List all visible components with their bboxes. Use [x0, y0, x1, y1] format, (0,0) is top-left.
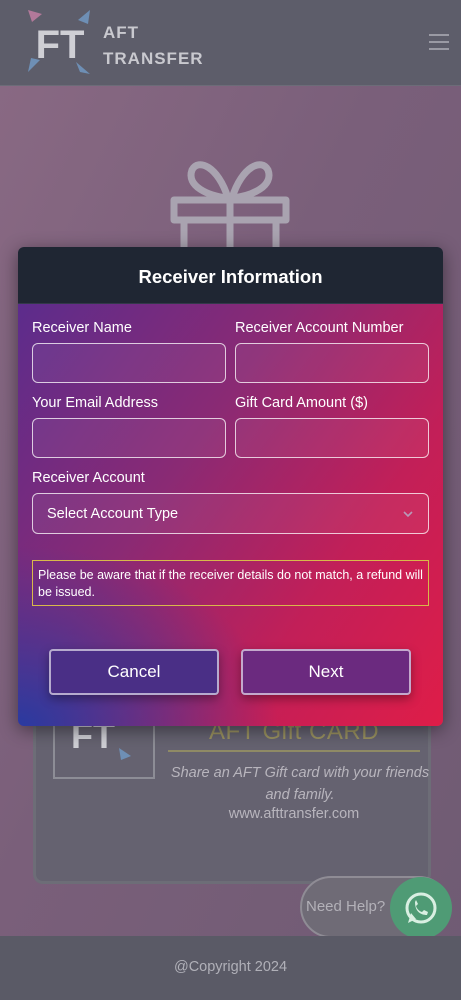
logo-initials: FT	[36, 23, 85, 67]
next-button[interactable]: Next	[241, 649, 411, 695]
logo-text: AFT TRANSFER	[103, 20, 204, 72]
chevron-down-icon	[403, 511, 413, 518]
gift-box-icon	[170, 161, 290, 252]
account-type-select-value: Select Account Type	[47, 506, 179, 522]
site-header: FT AFT TRANSFER	[0, 0, 461, 86]
logo-icon[interactable]: FT	[28, 10, 92, 74]
account-type-select[interactable]: Select Account Type	[32, 493, 429, 534]
whatsapp-icon[interactable]	[390, 877, 452, 939]
need-help-label[interactable]: Need Help?	[306, 898, 385, 915]
email-input[interactable]	[32, 418, 226, 458]
logo-text-line1: AFT	[103, 23, 140, 42]
gift-card-divider	[168, 750, 420, 752]
refund-notice: Please be aware that if the receiver det…	[32, 560, 429, 606]
modal-title: Receiver Information	[138, 266, 323, 287]
email-label: Your Email Address	[32, 395, 159, 411]
receiver-name-input[interactable]	[32, 343, 226, 383]
modal-body: Receiver Name Receiver Account Number Yo…	[18, 304, 443, 726]
receiver-account-number-input[interactable]	[235, 343, 429, 383]
hamburger-menu-icon[interactable]	[429, 34, 449, 50]
gift-card-amount-label: Gift Card Amount ($)	[235, 395, 368, 411]
gift-card-description: Share an AFT Gift card with your friends…	[170, 765, 430, 803]
copyright-text: @Copyright 2024	[173, 959, 288, 975]
receiver-account-label: Receiver Account	[32, 470, 145, 486]
receiver-name-label: Receiver Name	[32, 320, 132, 336]
cancel-button[interactable]: Cancel	[49, 649, 219, 695]
receiver-information-modal: Receiver Information Receiver Name Recei…	[18, 247, 443, 726]
modal-header: Receiver Information	[18, 247, 443, 304]
gift-card-url: www.afttransfer.com	[228, 806, 360, 822]
receiver-account-number-label: Receiver Account Number	[235, 320, 404, 336]
gift-card-amount-input[interactable]	[235, 418, 429, 458]
logo-text-line2: TRANSFER	[103, 49, 204, 68]
